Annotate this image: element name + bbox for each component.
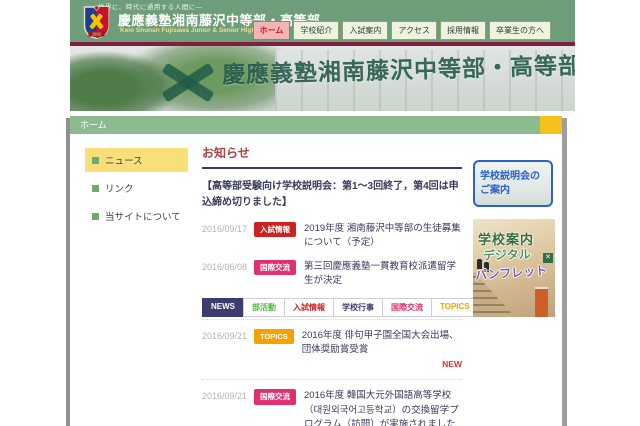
tab-news[interactable]: NEWS [202,298,244,317]
main-nav: ホーム 学校紹介 入試案内 アクセス 採用情報 卒業生の方へ [252,21,551,40]
title-divider [202,167,462,169]
tab-admissions[interactable]: 入試情報 [284,298,334,317]
notice-text: 【高等部受験向け学校説明会：第1～3回終了，第4回は申込締め切りました】 [202,181,459,208]
news-link[interactable]: 第三回慶應義塾一貫教育校派遣留学生が決定 [304,260,462,289]
new-badge: NEW [442,358,462,369]
pamphlet-banner-line3: パンフレット [474,263,548,283]
breadcrumb[interactable]: ホーム [70,116,562,134]
news-date: 2016/09/21 [202,391,248,402]
school-seminar-banner[interactable]: 学校説明会のご案内 [473,160,553,207]
news-row: 2016/09/21 国際交流 2016年度 韓国大元外国語高等学校（대원외국어… [202,380,462,426]
sidebar-item-label: 当サイトについて [105,212,181,223]
news-row: 2016/09/21 TOPICS 2016年度 俳句甲子園全国大会出場、団体奨… [202,319,462,381]
news-link[interactable]: 2019年度 湘南藤沢中等部の生徒募集について（予定） [304,222,462,251]
pinned-news-row: 2016/09/17 入試情報 2019年度 湘南藤沢中等部の生徒募集について（… [202,222,462,251]
news-date: 2016/06/08 [202,261,248,272]
news-filter-tabs: NEWS 部活動 入試情報 学校行事 国際交流 TOPICS [202,298,479,317]
news-link[interactable]: 2016年度 俳句甲子園全国大会出場、団体奨励賞受賞 NEW [302,329,462,370]
school-x-logo-icon [156,62,218,103]
sidebar-item-news[interactable]: ニュース [85,148,188,172]
category-badge: 国際交流 [254,259,296,275]
sidebar-item-label: リンク [105,184,134,195]
square-bullet-icon [92,184,99,192]
page-title: お知らせ [202,146,250,160]
category-badge: TOPICS [254,329,294,345]
sidebar: ニュース リンク 当サイトについて [70,142,202,426]
page-container: 世界に、時代に通用する人間に― 1992 慶應義塾湘南藤沢中等部・高等部 Kei… [70,0,575,426]
category-badge: 国際交流 [254,389,296,405]
pinned-news-row: 2016/06/08 国際交流 第三回慶應義塾一貫教育校派遣留学生が決定 [202,259,462,289]
nav-tab-recruit[interactable]: 採用情報 [440,21,486,40]
svg-text:1992: 1992 [92,32,102,37]
door-graphic [535,287,548,317]
hero-banner-photo: 慶應義塾湘南藤沢中等部・高等部 [70,46,575,111]
tab-school-events[interactable]: 学校行事 [333,298,383,317]
main-column: お知らせ 【高等部受験向け学校説明会：第1～3回終了，第4回は申込締め切りました… [202,142,479,426]
nav-tab-alumni[interactable]: 卒業生の方へ [489,21,551,40]
digital-pamphlet-banner[interactable]: 学校案内 デジタル パンフレット [473,219,555,317]
news-list: 2016/09/21 TOPICS 2016年度 俳句甲子園全国大会出場、団体奨… [202,319,462,426]
square-bullet-icon [92,212,99,220]
nav-tab-school-intro[interactable]: 学校紹介 [293,21,340,40]
square-bullet-icon [92,156,99,164]
nav-tab-access[interactable]: アクセス [391,21,437,40]
site-header: 世界に、時代に通用する人間に― 1992 慶應義塾湘南藤沢中等部・高等部 Kei… [70,0,575,42]
page-body: ホーム ニュース リンク 当サイトについて お知らせ 【高等部受験向け学校説明会… [70,116,562,426]
news-date: 2016/09/17 [202,224,248,234]
sidebar-item-links[interactable]: リンク [85,176,188,200]
breadcrumb-bar: ホーム [70,116,562,134]
content-columns: ニュース リンク 当サイトについて お知らせ 【高等部受験向け学校説明会：第1～… [70,134,562,426]
corner-flag-decoration [540,116,562,134]
school-crest-icon: 1992 [83,4,110,40]
news-link[interactable]: 2016年度 韓国大元外国語高等学校（대원외국어고등학교）の交換留学プログラム（… [304,389,462,426]
category-badge: 入試情報 [254,222,296,238]
nav-tab-admissions[interactable]: 入試案内 [342,21,389,40]
sidebar-item-label: ニュース [105,156,143,167]
right-aside: 学校説明会のご案内 学校案内 デジタル パンフレット [468,142,562,426]
news-date: 2016/09/21 [202,331,248,341]
sidebar-item-about-site[interactable]: 当サイトについて [85,204,188,228]
nav-tab-home[interactable]: ホーム [252,21,291,40]
tab-club[interactable]: 部活動 [243,298,285,317]
tab-international[interactable]: 国際交流 [382,298,432,317]
pamphlet-banner-line2: デジタル [482,247,532,263]
